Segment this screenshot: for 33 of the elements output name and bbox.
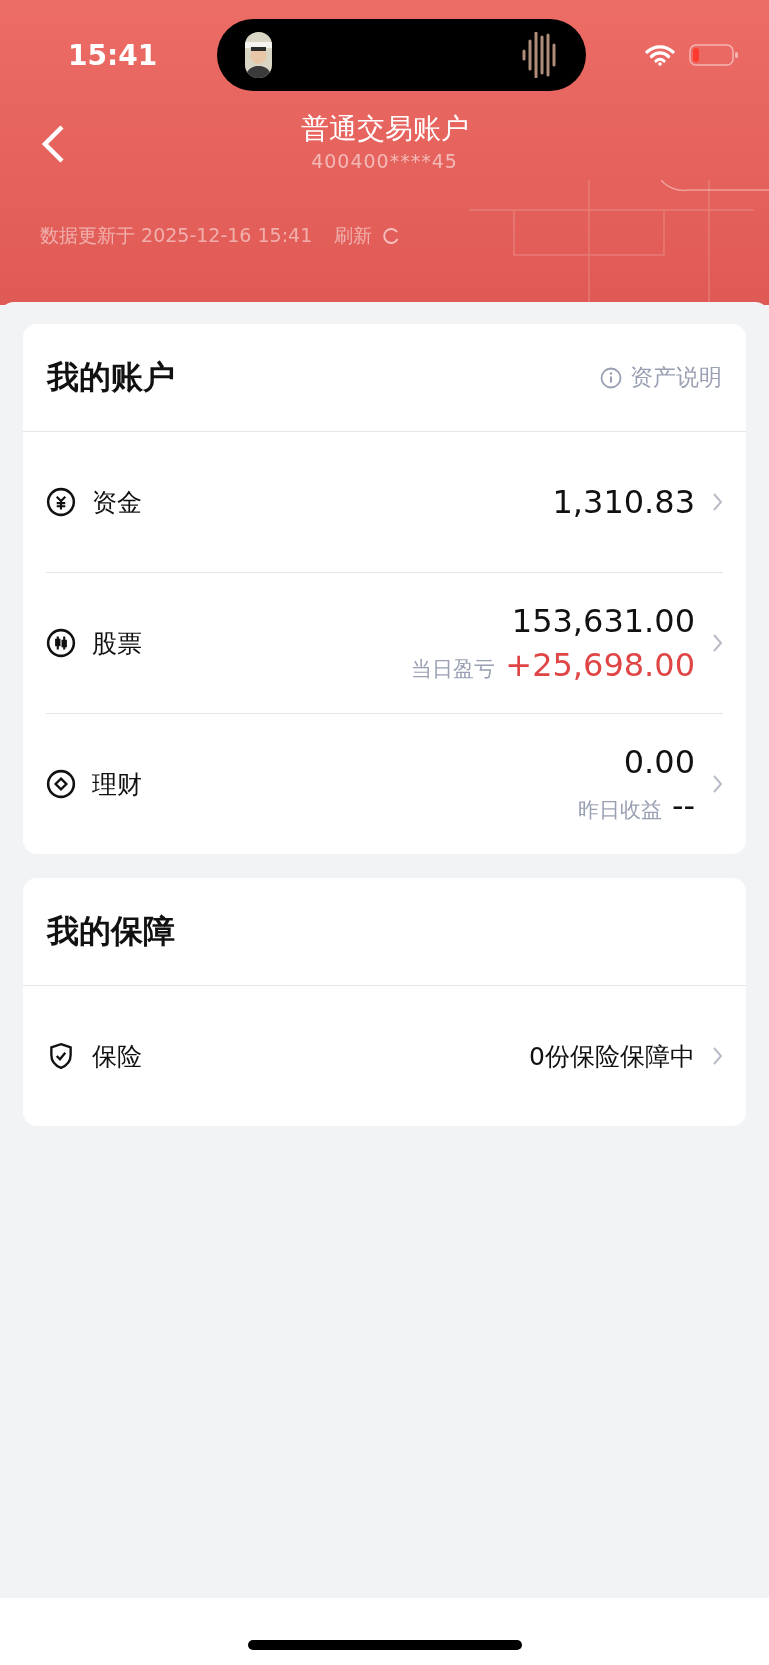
sub-label: 昨日收益 xyxy=(577,797,662,824)
chevron-icon xyxy=(713,492,723,512)
status-time: 15:41 xyxy=(68,38,158,72)
battery-icon xyxy=(689,43,739,67)
card-title: 我的保障 xyxy=(47,910,175,952)
row-value: 0份保险保障中 xyxy=(529,1040,695,1073)
sub-value: +25,698.00 xyxy=(505,646,695,684)
chevron-icon xyxy=(713,774,723,794)
account-number: 400400****45 xyxy=(311,150,458,172)
account-row[interactable]: 股票 153,631.00 当日盈亏 +25,698.00 xyxy=(46,573,723,714)
page-title: 普通交易账户 xyxy=(300,111,469,147)
account-row[interactable]: 资金 1,310.83 xyxy=(46,432,723,573)
row-label: 理财 xyxy=(92,768,143,801)
chevron-icon xyxy=(713,1046,723,1066)
refresh-icon xyxy=(382,227,401,245)
back-icon[interactable] xyxy=(40,124,66,164)
update-time: 数据更新于 2025-12-16 15:41 xyxy=(40,223,313,248)
chevron-icon xyxy=(713,633,723,653)
sub-value: -- xyxy=(671,787,695,825)
sub-label: 当日盈亏 xyxy=(411,656,496,683)
account-row[interactable]: 保险 0份保险保障中 xyxy=(46,986,723,1126)
row-label: 股票 xyxy=(92,627,143,660)
candlestick-icon xyxy=(46,628,76,658)
row-label: 保险 xyxy=(92,1040,143,1073)
account-row[interactable]: 理财 0.00 昨日收益 -- xyxy=(46,714,723,854)
card-title: 我的账户 xyxy=(47,356,175,398)
wifi-icon xyxy=(645,44,675,66)
yen-icon xyxy=(46,487,76,517)
row-value: 1,310.83 xyxy=(552,483,695,521)
info-icon xyxy=(600,366,622,389)
row-label: 资金 xyxy=(92,486,143,519)
row-value: 153,631.00 xyxy=(511,602,695,640)
row-value: 0.00 xyxy=(623,743,695,781)
